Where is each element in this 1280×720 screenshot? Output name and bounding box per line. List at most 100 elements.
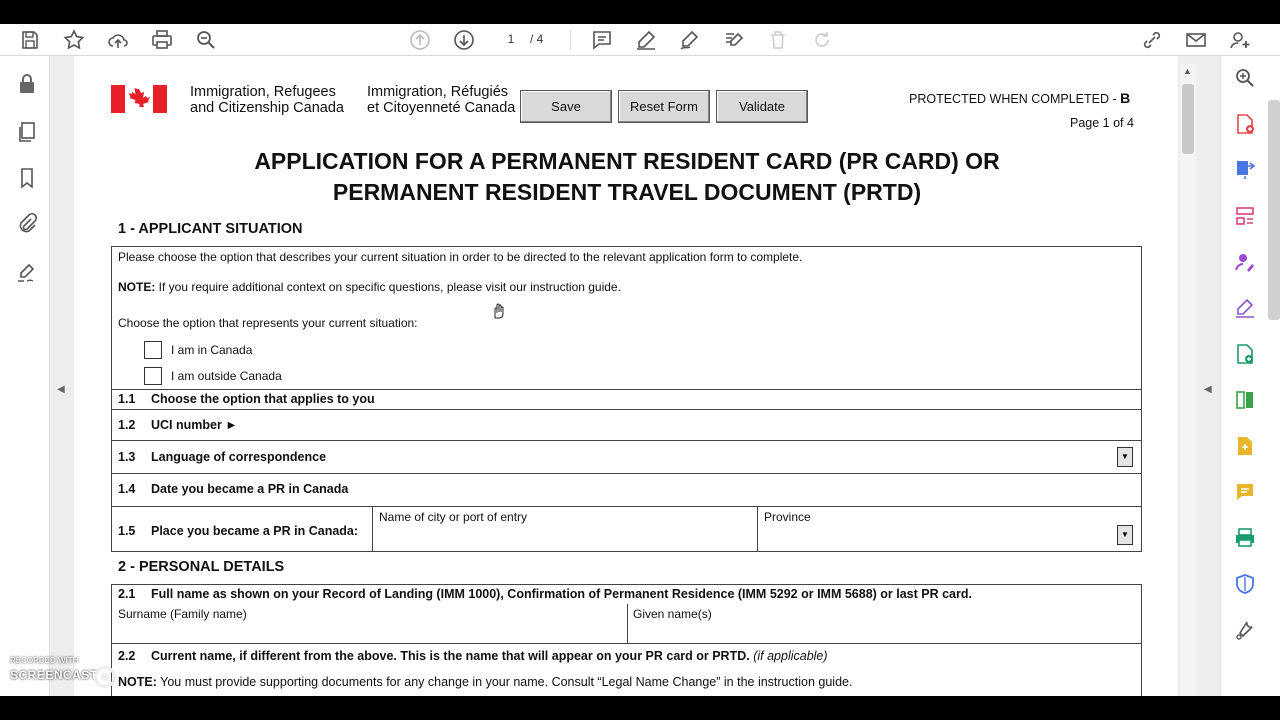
q2-2-if-applicable: (if applicable) bbox=[753, 649, 828, 663]
section2-note: NOTE: You must provide supporting docume… bbox=[118, 675, 852, 689]
mail-icon[interactable] bbox=[1184, 28, 1208, 52]
choose-option-text: Choose the option that represents your c… bbox=[118, 316, 418, 330]
compare-files-icon[interactable] bbox=[1233, 388, 1257, 412]
form-title: APPLICATION FOR A PERMANENT RESIDENT CAR… bbox=[112, 146, 1142, 208]
next-page-icon[interactable] bbox=[452, 28, 476, 52]
in-canada-checkbox[interactable] bbox=[144, 341, 162, 359]
zoom-search-icon[interactable] bbox=[1233, 66, 1257, 90]
request-signature-icon[interactable] bbox=[1233, 250, 1257, 274]
create-pdf-icon[interactable] bbox=[1233, 112, 1257, 136]
department-en-line2: and Citizenship Canada bbox=[190, 100, 344, 116]
q1-1-label: Choose the option that applies to you bbox=[151, 392, 375, 406]
q1-3-number: 1.3 bbox=[118, 450, 136, 464]
pages-icon[interactable] bbox=[15, 120, 39, 144]
page-total: / 4 bbox=[530, 32, 544, 46]
surname-label: Surname (Family name) bbox=[118, 607, 247, 621]
fill-sign-icon[interactable] bbox=[1233, 296, 1257, 320]
row-divider bbox=[111, 473, 1142, 474]
highlight-pen-icon[interactable] bbox=[634, 28, 658, 52]
validate-button[interactable]: Validate bbox=[716, 90, 808, 123]
left-navigation-rail bbox=[0, 56, 50, 696]
city-port-label: Name of city or port of entry bbox=[379, 510, 528, 524]
outside-canada-label: I am outside Canada bbox=[171, 369, 282, 383]
scroll-thumb[interactable] bbox=[1182, 84, 1194, 154]
department-fr-line1: Immigration, Réfugiés bbox=[367, 84, 509, 100]
collapse-left-panel-icon[interactable]: ◀ bbox=[57, 384, 67, 398]
more-tools-icon[interactable] bbox=[1233, 618, 1257, 642]
department-fr-line2: et Citoyenneté Canada bbox=[367, 100, 516, 116]
page-number-input[interactable]: 1 bbox=[496, 28, 526, 50]
outside-canada-checkbox[interactable] bbox=[144, 367, 162, 385]
protect-icon[interactable] bbox=[1233, 572, 1257, 596]
comment-icon[interactable] bbox=[590, 28, 614, 52]
q1-2-number: 1.2 bbox=[118, 418, 136, 432]
lock-icon[interactable] bbox=[15, 72, 39, 96]
department-name-french: Immigration, Réfugiés et Citoyenneté Can… bbox=[367, 84, 515, 116]
section1-heading: 1 - APPLICANT SITUATION bbox=[118, 221, 303, 237]
link-sign-icon[interactable] bbox=[1140, 28, 1164, 52]
form-title-line2: PERMANENT RESIDENT TRAVEL DOCUMENT (PRTD… bbox=[332, 179, 922, 205]
in-canada-label: I am in Canada bbox=[171, 343, 253, 357]
surname-input[interactable] bbox=[112, 622, 626, 642]
edit-text-icon[interactable] bbox=[722, 28, 746, 52]
comment-tool-icon[interactable] bbox=[1233, 480, 1257, 504]
edit-pdf-icon[interactable] bbox=[1233, 342, 1257, 366]
watermark-line2: SCREENCAST bbox=[10, 668, 98, 682]
row-divider bbox=[111, 506, 1142, 507]
add-user-icon[interactable] bbox=[1228, 28, 1252, 52]
screencast-logo-icon bbox=[94, 666, 116, 688]
delete-icon[interactable] bbox=[766, 28, 790, 52]
collapse-right-panel-icon[interactable]: ◀ bbox=[1204, 384, 1214, 398]
attachment-icon[interactable] bbox=[15, 212, 39, 236]
form-title-line1: APPLICATION FOR A PERMANENT RESIDENT CAR… bbox=[254, 148, 1000, 174]
protected-label: PROTECTED WHEN COMPLETED - B bbox=[909, 90, 1130, 106]
q1-5-label: Place you became a PR in Canada: bbox=[151, 524, 359, 538]
note2-text: You must provide supporting documents fo… bbox=[156, 675, 853, 689]
department-en-line1: Immigration, Refugees bbox=[190, 84, 336, 100]
city-port-input[interactable] bbox=[373, 524, 757, 551]
signature-icon[interactable] bbox=[15, 260, 39, 284]
organize-pages-icon[interactable] bbox=[1233, 204, 1257, 228]
recording-watermark: RECORDED WITH SCREENCAST bbox=[10, 656, 150, 690]
cell-divider bbox=[757, 506, 758, 552]
page-of-label: Page 1 of 4 bbox=[1070, 116, 1134, 130]
combine-files-icon[interactable] bbox=[1233, 434, 1257, 458]
pdf-viewer-window: 1 / 4 ◀ Immigration, Refugees and Citize… bbox=[0, 0, 1280, 720]
watermark-line1: RECORDED WITH bbox=[10, 656, 79, 665]
section1-intro: Please choose the option that describes … bbox=[118, 250, 803, 264]
department-name-english: Immigration, Refugees and Citizenship Ca… bbox=[190, 84, 344, 116]
scroll-up-icon[interactable]: ▲ bbox=[1183, 66, 1192, 76]
bookmark-icon[interactable] bbox=[15, 166, 39, 190]
cloud-upload-icon[interactable] bbox=[106, 28, 130, 52]
bottom-black-bar bbox=[0, 696, 1280, 720]
language-dropdown-button[interactable]: ▼ bbox=[1117, 447, 1133, 467]
toolbar-divider bbox=[570, 30, 571, 50]
q2-2-label: Current name, if different from the abov… bbox=[151, 649, 828, 663]
draw-icon[interactable] bbox=[678, 28, 702, 52]
scan-ocr-icon[interactable] bbox=[1233, 526, 1257, 550]
q2-1-label: Full name as shown on your Record of Lan… bbox=[151, 587, 972, 601]
protected-letter: B bbox=[1120, 90, 1131, 106]
row-divider bbox=[111, 643, 1142, 644]
reset-form-button[interactable]: Reset Form bbox=[618, 90, 710, 123]
star-icon[interactable] bbox=[62, 28, 86, 52]
zoom-icon[interactable] bbox=[194, 28, 218, 52]
given-names-input[interactable] bbox=[628, 622, 1141, 642]
previous-page-icon[interactable] bbox=[408, 28, 432, 52]
given-names-label: Given name(s) bbox=[633, 607, 712, 621]
redo-icon[interactable] bbox=[810, 28, 834, 52]
q1-2-label: UCI number ► bbox=[151, 418, 238, 432]
section1-note: NOTE: If you require additional context … bbox=[118, 280, 621, 294]
save-icon[interactable] bbox=[18, 28, 42, 52]
document-scrollbar[interactable]: ▲ bbox=[1180, 64, 1196, 696]
tools-scrollbar[interactable] bbox=[1268, 100, 1280, 320]
province-dropdown-button[interactable]: ▼ bbox=[1117, 525, 1133, 545]
section2-heading: 2 - PERSONAL DETAILS bbox=[118, 559, 285, 575]
main-toolbar: 1 / 4 bbox=[0, 24, 1280, 56]
print-icon[interactable] bbox=[150, 28, 174, 52]
save-button[interactable]: Save bbox=[520, 90, 612, 123]
export-pdf-icon[interactable] bbox=[1233, 158, 1257, 182]
q1-1-number: 1.1 bbox=[118, 392, 136, 406]
q2-1-number: 2.1 bbox=[118, 587, 136, 601]
note-label: NOTE: bbox=[118, 280, 156, 294]
